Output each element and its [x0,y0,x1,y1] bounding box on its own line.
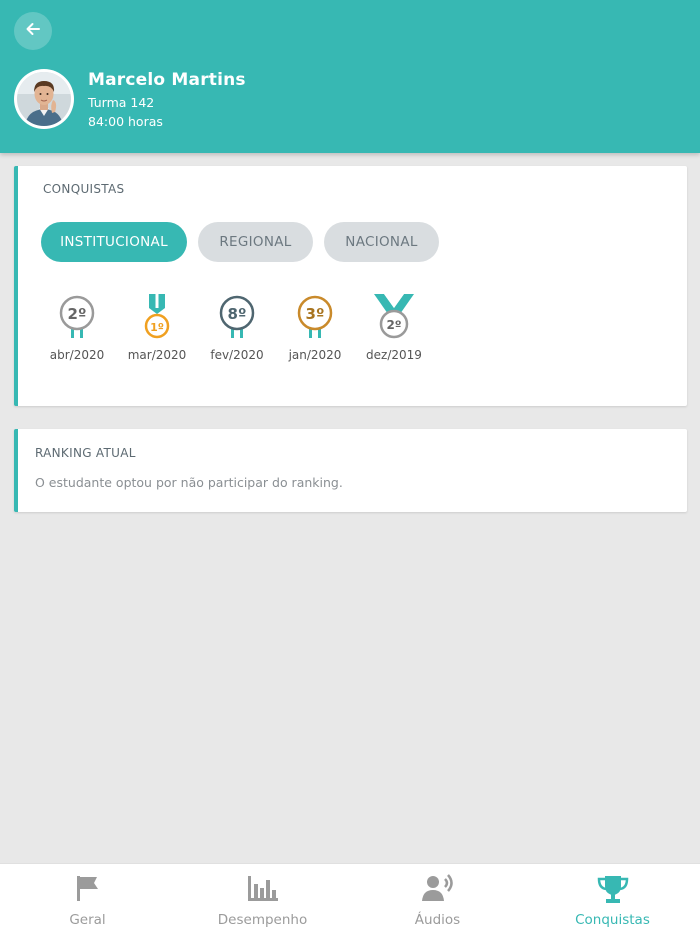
tab-label: Desempenho [217,912,308,928]
medal-item[interactable]: 1º mar/2020 [117,294,197,366]
medal-date: fev/2020 [210,348,264,362]
tab-label: Áudios [414,912,461,928]
filter-institucional[interactable]: INSTITUCIONAL [41,222,187,262]
tab-desempenho[interactable]: Desempenho [175,864,350,934]
dark-medal-icon: 8º [197,294,277,340]
flag-icon [75,874,101,906]
speaker-person-icon [421,874,455,906]
filter-nacional[interactable]: NACIONAL [324,222,439,262]
ranking-title: RANKING ATUAL [35,446,136,460]
svg-text:3º: 3º [306,305,325,323]
user-hours: 84:00 horas [88,114,163,129]
medal-item[interactable]: 2º abr/2020 [37,294,117,366]
tab-audios[interactable]: Áudios [350,864,525,934]
ranking-card: RANKING ATUAL O estudante optou por não … [14,429,687,512]
svg-text:8º: 8º [228,305,247,323]
achievements-card: CONQUISTAS INSTITUCIONAL REGIONAL NACION… [14,166,687,406]
tab-label: Conquistas [575,912,650,928]
ranking-message: O estudante optou por não participar do … [35,475,343,490]
svg-text:2º: 2º [386,318,401,332]
medal-date: mar/2020 [127,348,187,362]
gold-medal-icon: 1º [117,294,197,340]
medal-date: dez/2019 [366,348,422,362]
profile-header: Marcelo Martins Turma 142 84:00 horas [0,0,700,153]
trophy-icon [597,874,629,908]
medal-item[interactable]: 3º jan/2020 [275,294,355,366]
tab-conquistas[interactable]: Conquistas [525,864,700,934]
bar-chart-icon [247,874,279,906]
medal-date: jan/2020 [288,348,342,362]
tab-label: Geral [69,912,106,928]
arrow-left-icon [24,20,42,42]
medal-item[interactable]: 8º fev/2020 [197,294,277,366]
user-class: Turma 142 [88,95,155,110]
svg-text:2º: 2º [68,305,87,323]
user-name: Marcelo Martins [88,70,246,90]
achievements-title: CONQUISTAS [43,182,125,196]
tab-geral[interactable]: Geral [0,864,175,934]
bronze-medal-icon: 3º [275,294,355,340]
bottom-tab-bar: Geral Desempenho Áudios Conquistas [0,863,700,934]
svg-text:1º: 1º [150,321,164,334]
filter-regional[interactable]: REGIONAL [198,222,313,262]
medal-item[interactable]: 2º dez/2019 [354,294,434,366]
silver-medal-icon: 2º [37,294,117,340]
avatar [14,69,74,129]
medal-date: abr/2020 [49,348,105,362]
back-button[interactable] [14,12,52,50]
silver-medal-icon: 2º [354,294,434,340]
